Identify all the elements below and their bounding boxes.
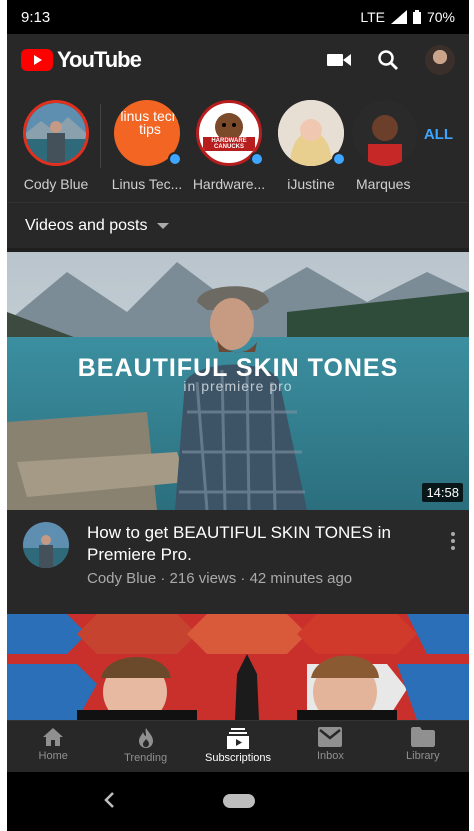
signal-icon (390, 10, 407, 24)
youtube-logo[interactable]: YouTube (21, 47, 142, 73)
thumbnail-subtitle: in premiere pro (183, 378, 292, 394)
new-content-indicator (168, 152, 182, 166)
channel-avatar (23, 100, 89, 166)
app-bar-actions (327, 45, 455, 75)
inbox-icon (318, 727, 343, 747)
filter-label: Videos and posts (25, 216, 148, 234)
all-channels-link[interactable]: ALL (424, 126, 453, 143)
system-navigation-bar (7, 772, 469, 831)
channel-logo-text: linus tech tips (120, 108, 180, 137)
thumbnail-image: BEAUTIFUL SKIN TONES in premiere pro (7, 252, 469, 510)
home-icon (43, 728, 64, 746)
channel-label: Linus Tec... (111, 176, 183, 192)
channel-logo-text: HARDWARE CANUCKS (211, 138, 247, 150)
channel-avatar (352, 100, 418, 166)
nav-label: Subscriptions (204, 752, 272, 764)
nav-label: Inbox (316, 750, 344, 762)
nav-label: Home (38, 750, 68, 762)
nav-library[interactable]: Library (377, 721, 469, 772)
content-filter-dropdown[interactable]: Videos and posts (7, 202, 469, 248)
phone-screen: 9:13 LTE 70% YouTube Cody Blue linus tec… (7, 0, 469, 831)
row-divider (100, 104, 101, 168)
channel-item-hardware-canucks[interactable]: HARDWARE CANUCKS Hardware... (188, 100, 270, 192)
channel-item-cody-blue[interactable]: Cody Blue (15, 100, 97, 192)
nav-subscriptions[interactable]: Subscriptions (192, 721, 284, 772)
chevron-down-icon (157, 222, 170, 229)
video-duration: 14:58 (422, 483, 463, 502)
folder-icon (410, 727, 435, 747)
battery-icon (412, 10, 421, 24)
channel-label: Hardware... (192, 176, 266, 192)
search-icon[interactable] (377, 49, 399, 71)
subscriptions-channel-row: Cody Blue linus tech tips Linus Tec... H… (7, 86, 469, 202)
nav-label: Library (406, 750, 440, 762)
channel-label: iJustine (287, 176, 335, 192)
nav-inbox[interactable]: Inbox (284, 721, 376, 772)
logo-text: YouTube (57, 47, 142, 72)
video-channel-avatar[interactable] (23, 522, 69, 568)
channel-item-linus-tech-tips[interactable]: linus tech tips Linus Tec... (106, 100, 188, 192)
new-content-indicator (250, 152, 264, 166)
video-thumbnail-2[interactable] (7, 614, 469, 720)
video-thumbnail[interactable]: BEAUTIFUL SKIN TONES in premiere pro 14:… (7, 252, 469, 510)
more-options-icon[interactable] (451, 532, 455, 553)
status-indicators: LTE 70% (360, 9, 455, 25)
video-title[interactable]: How to get BEAUTIFUL SKIN TONES in Premi… (87, 522, 427, 566)
subscriptions-icon (227, 728, 250, 749)
back-icon[interactable] (103, 790, 115, 810)
app-bar: YouTube (7, 34, 469, 86)
channel-item-marques[interactable]: Marques (352, 100, 418, 192)
status-bar: 9:13 LTE 70% (7, 0, 469, 34)
home-pill-button[interactable] (223, 794, 255, 808)
channel-item-ijustine[interactable]: iJustine (270, 100, 352, 192)
account-avatar[interactable] (425, 45, 455, 75)
video-info[interactable]: How to get BEAUTIFUL SKIN TONES in Premi… (7, 510, 469, 614)
new-content-indicator (332, 152, 346, 166)
network-type: LTE (360, 9, 385, 25)
nav-label: Trending (124, 752, 168, 764)
bottom-navigation: Home Trending Subscriptions Inbox Librar… (7, 720, 469, 772)
channel-label: Marques (356, 176, 411, 192)
video-camera-icon[interactable] (327, 52, 351, 68)
nav-trending[interactable]: Trending (99, 721, 191, 772)
nav-home[interactable]: Home (7, 721, 99, 772)
status-time: 9:13 (21, 8, 51, 26)
flame-icon (138, 728, 153, 748)
video-meta: Cody Blue · 216 views · 42 minutes ago (87, 570, 353, 587)
youtube-play-icon (21, 49, 53, 71)
channel-label: Cody Blue (23, 176, 89, 192)
battery-level: 70% (426, 9, 455, 25)
thumbnail-image-2 (7, 614, 469, 720)
